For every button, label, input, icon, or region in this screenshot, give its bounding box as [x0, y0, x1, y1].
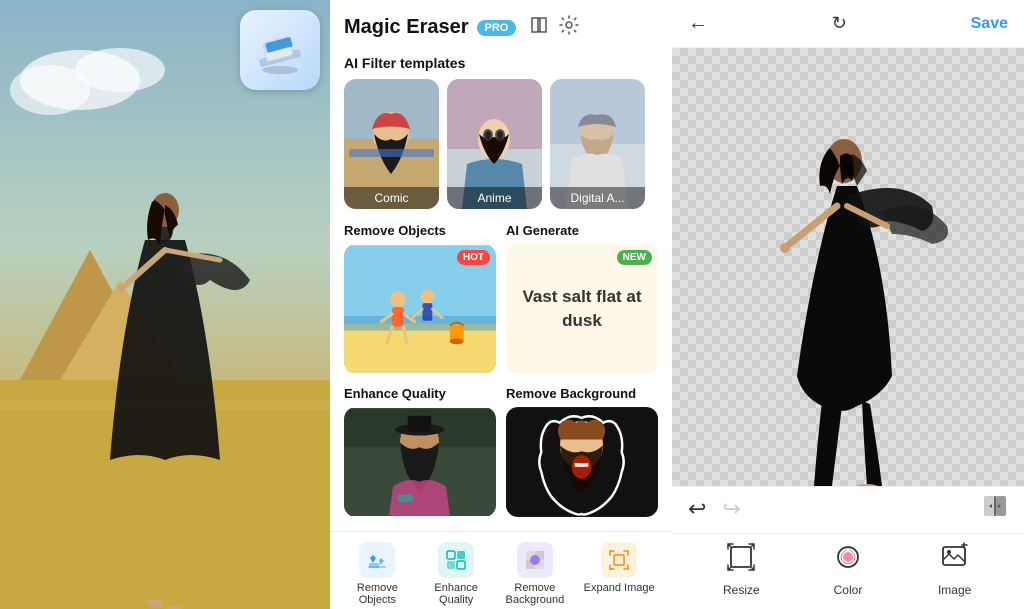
remove-bg-title: Remove Background — [506, 386, 658, 401]
resize-icon — [726, 542, 756, 579]
color-tool-label: Color — [834, 583, 863, 597]
remove-objects-icon — [359, 542, 395, 578]
remove-objects-card[interactable]: HOT — [344, 244, 496, 374]
background-scene — [0, 0, 330, 609]
remove-bg-tool[interactable]: RemoveBackground — [505, 542, 565, 606]
editor-panel: ← ↻ Save — [672, 0, 1024, 609]
undo-redo-group: ↩ ↪ — [688, 496, 741, 522]
ai-generate-card[interactable]: NEW Vast salt flat at dusk — [506, 244, 658, 374]
editor-tools-bar: Resize Color Image — [672, 533, 1024, 609]
editor-canvas — [672, 48, 1024, 486]
filter-card-comic[interactable]: Comic — [344, 79, 439, 209]
image-tool[interactable]: Image — [925, 542, 985, 597]
editor-header: ← ↻ Save — [672, 0, 1024, 48]
editor-header-left: ← — [688, 12, 708, 35]
enhance-card[interactable] — [344, 407, 496, 517]
color-tool[interactable]: Color — [818, 542, 878, 597]
image-tool-label: Image — [938, 583, 971, 597]
enhance-title: Enhance Quality — [344, 386, 496, 401]
undo-button[interactable]: ↩ — [688, 496, 706, 522]
redo-button[interactable]: ↪ — [722, 496, 740, 522]
magic-header: Magic Eraser PRO — [330, 0, 672, 49]
filter-section-title: AI Filter templates — [330, 49, 672, 79]
remove-bg-tool-label: RemoveBackground — [506, 582, 565, 606]
remove-bg-block: Remove Background — [506, 386, 658, 517]
editor-bottom-bar: ↩ ↪ — [672, 486, 1024, 533]
remove-objects-block: Remove Objects — [344, 223, 496, 374]
eraser-svg — [254, 24, 306, 76]
expand-image-tool[interactable]: Expand Image — [584, 542, 655, 594]
remove-objects-title: Remove Objects — [344, 223, 496, 238]
ai-generate-block: AI Generate NEW Vast salt flat at dusk — [506, 223, 658, 374]
remove-objects-tool[interactable]: RemoveObjects — [347, 542, 407, 606]
expand-image-icon — [601, 542, 637, 578]
resize-tool-label: Resize — [723, 583, 760, 597]
filter-card-digital[interactable]: Digital A... — [550, 79, 645, 209]
ai-generate-text: Vast salt flat at dusk — [506, 275, 658, 343]
ai-generate-title: AI Generate — [506, 223, 658, 238]
enhance-quality-tool-label: EnhanceQuality — [434, 582, 477, 606]
enhance-quality-icon — [438, 542, 474, 578]
filter-anime-label: Anime — [447, 187, 542, 209]
middle-section: Remove Objects — [330, 223, 672, 386]
canvas-figure — [672, 56, 1024, 486]
filter-card-anime[interactable]: Anime — [447, 79, 542, 209]
back-button[interactable]: ← — [688, 12, 708, 35]
remove-bg-image — [506, 407, 658, 517]
remove-bg-card[interactable] — [506, 407, 658, 517]
pro-badge[interactable]: PRO — [477, 20, 517, 36]
book-icon[interactable] — [528, 14, 550, 41]
hot-badge: HOT — [457, 250, 490, 265]
enhance-block: Enhance Quality — [344, 386, 496, 517]
filter-row: Comic Anime — [330, 79, 672, 223]
bottom-section: Enhance Quality Remo — [330, 386, 672, 531]
filter-digital-label: Digital A... — [550, 187, 645, 209]
remove-bg-icon — [517, 542, 553, 578]
app-icon — [240, 10, 320, 90]
bottom-toolbar: RemoveObjects EnhanceQuality — [330, 531, 672, 609]
settings-icon[interactable] — [558, 14, 580, 41]
new-badge: NEW — [617, 250, 652, 265]
enhance-quality-tool[interactable]: EnhanceQuality — [426, 542, 486, 606]
app-title: Magic Eraser — [344, 16, 469, 39]
color-icon — [833, 542, 863, 579]
photo-panel — [0, 0, 330, 609]
refresh-button[interactable]: ↻ — [832, 13, 847, 34]
expand-image-tool-label: Expand Image — [584, 582, 655, 594]
enhance-image — [344, 407, 496, 517]
magic-eraser-panel: Magic Eraser PRO AI Filter templates — [330, 0, 672, 609]
resize-tool[interactable]: Resize — [711, 542, 771, 597]
filter-comic-label: Comic — [344, 187, 439, 209]
remove-objects-tool-label: RemoveObjects — [357, 582, 398, 606]
save-button[interactable]: Save — [971, 15, 1008, 33]
image-icon — [940, 542, 970, 579]
compare-button[interactable] — [982, 493, 1008, 525]
